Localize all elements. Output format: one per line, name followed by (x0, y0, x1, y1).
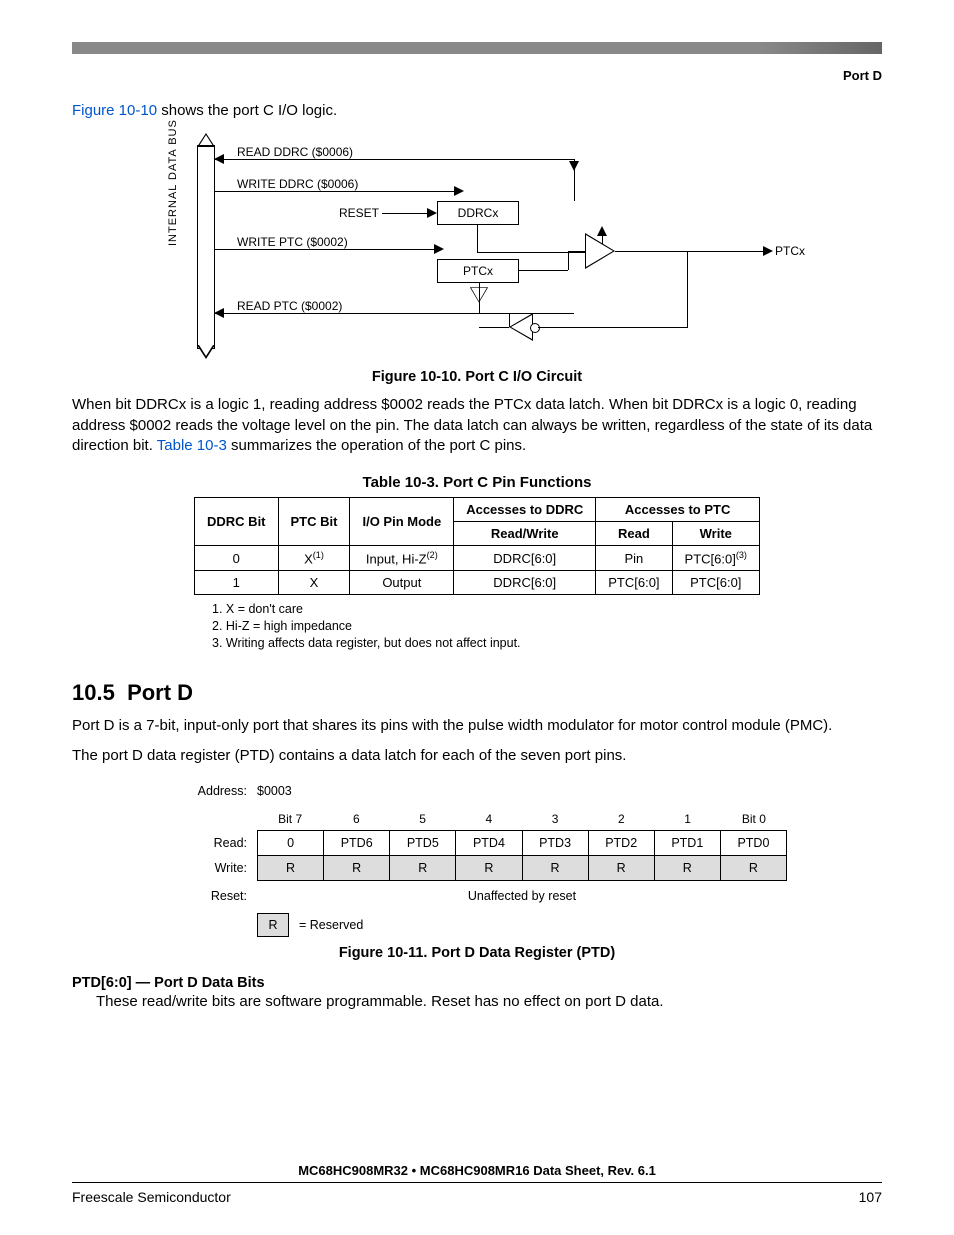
ddrcx-box: DDRCx (437, 201, 519, 225)
table-10-3: DDRC Bit PTC Bit I/O Pin Mode Accesses t… (194, 497, 760, 595)
footer-left: Freescale Semiconductor (72, 1189, 231, 1205)
address-value: $0003 (257, 784, 787, 798)
intro-paragraph: Figure 10-10 shows the port C I/O logic. (72, 101, 882, 121)
section-heading: 10.5 Port D (72, 680, 882, 706)
table-notes: 1. X = don't care 2. Hi-Z = high impedan… (212, 601, 882, 652)
figure-10-11: Address: $0003 Bit 76 54 32 1Bit 0 Read:… (167, 780, 787, 937)
portd-para2: The port D data register (PTD) contains … (72, 746, 882, 766)
header-rule (72, 42, 882, 54)
fig-ref-link[interactable]: Figure 10-10 (72, 102, 157, 119)
read-ptc-label: READ PTC ($0002) (237, 299, 342, 313)
table-ref-link[interactable]: Table 10-3 (157, 437, 227, 454)
reset-label: RESET (339, 206, 379, 220)
page-footer: MC68HC908MR32 • MC68HC908MR16 Data Sheet… (72, 1163, 882, 1205)
reset-value: Unaffected by reset (257, 889, 787, 903)
read-ddrc-label: READ DDRC ($0006) (237, 145, 353, 159)
legend-reserved-box: R (257, 913, 289, 937)
page-number: 107 (859, 1189, 882, 1205)
figure-10-10: INTERNAL DATA BUS READ DDRC ($0006) WRIT… (157, 131, 797, 361)
read-label: Read: (167, 836, 257, 850)
running-head: Port D (72, 68, 882, 83)
figure-10-10-caption: Figure 10-10. Port C I/O Circuit (72, 369, 882, 385)
table-10-3-caption: Table 10-3. Port C Pin Functions (72, 474, 882, 491)
write-label: Write: (167, 861, 257, 875)
reset-label: Reset: (167, 889, 257, 903)
bus-label: INTERNAL DATA BUS (167, 119, 179, 246)
figure-10-11-caption: Figure 10-11. Port D Data Register (PTD) (72, 945, 882, 961)
portd-para1: Port D is a 7-bit, input-only port that … (72, 716, 882, 736)
paragraph-2: When bit DDRCx is a logic 1, reading add… (72, 395, 882, 456)
address-label: Address: (167, 784, 257, 798)
ptcx-pin-label: PTCx (775, 244, 805, 258)
legend-reserved-text: = Reserved (299, 918, 363, 932)
write-ptc-label: WRITE PTC ($0002) (237, 235, 348, 249)
write-ddrc-label: WRITE DDRC ($0006) (237, 177, 358, 191)
ptcx-box: PTCx (437, 259, 519, 283)
ptd-definition: PTD[6:0] — Port D Data Bits These read/w… (72, 975, 882, 1010)
